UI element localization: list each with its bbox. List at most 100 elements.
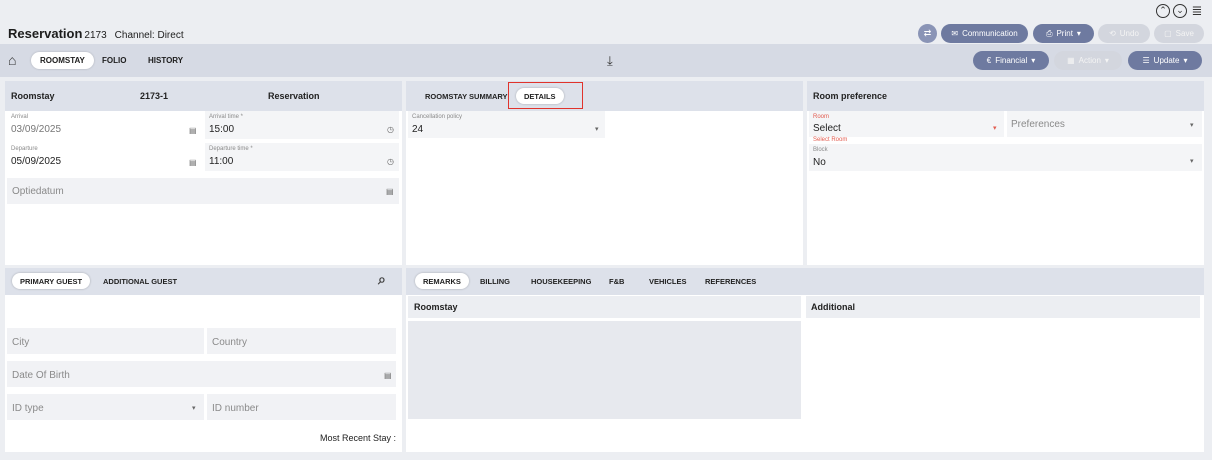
block-label: Block <box>813 147 828 153</box>
room-error: Select Room <box>813 137 848 143</box>
id-number-field[interactable]: ID number <box>207 394 396 420</box>
chevron-down-icon: ▾ <box>993 125 997 132</box>
dob-field[interactable]: Date Of Birth ▤ <box>7 361 396 387</box>
departure-time-field[interactable]: Departure time * 11:00 ◷ <box>205 143 399 171</box>
cancellation-label: Cancellation policy <box>412 114 463 120</box>
tab-billing[interactable]: BILLING <box>472 273 518 289</box>
departure-field[interactable]: Departure 05/09/2025 ▤ <box>7 143 202 171</box>
tab-primary-guest[interactable]: PRIMARY GUEST <box>12 273 91 289</box>
undo-button[interactable]: ⟲ Undo <box>1098 24 1150 43</box>
block-select[interactable]: Block No ▾ <box>809 144 1202 171</box>
tab-additional-guest[interactable]: ADDITIONAL GUEST <box>95 273 185 289</box>
block-value: No <box>813 157 826 168</box>
arrival-value: 03/09/2025 <box>11 124 62 135</box>
printer-icon: ⎙ <box>1046 28 1053 38</box>
reservation-number: 2173 <box>84 30 107 41</box>
room-select[interactable]: Room Select ▾ <box>809 111 1004 137</box>
chevron-up-circle-icon[interactable]: ⌃ <box>1156 4 1170 18</box>
tab-roomstay-summary[interactable]: ROOMSTAY SUMMARY <box>417 88 516 104</box>
room-label: Room <box>813 114 830 120</box>
calendar-icon: ▦ <box>1067 56 1075 65</box>
departure-value: 05/09/2025 <box>11 156 62 167</box>
guest-header: PRIMARY GUEST ADDITIONAL GUEST ⌕ <box>5 268 402 295</box>
tab-folio[interactable]: FOLIO <box>93 52 135 69</box>
page-title: Reservation 2173 Channel: Direct <box>8 26 184 41</box>
search-icon[interactable]: ⌕ <box>378 271 386 288</box>
tab-roomstay[interactable]: ROOMSTAY <box>31 52 94 69</box>
preferences-select[interactable]: Preferences ▾ <box>1007 111 1202 137</box>
details-panel: ROOMSTAY SUMMARY DETAILS Cancellation po… <box>406 81 803 265</box>
arrival-label: Arrival <box>11 114 29 120</box>
communication-button[interactable]: ✉ Communication <box>941 24 1028 43</box>
city-placeholder: City <box>12 337 30 348</box>
roomstay-remarks-header: Roomstay <box>408 296 801 318</box>
optiedatum-field[interactable]: Optiedatum ▤ <box>7 178 399 204</box>
tab-vehicles[interactable]: VEHICLES <box>641 273 695 289</box>
save-button[interactable]: ▢ Save <box>1154 24 1204 43</box>
id-type-select[interactable]: ID type ▾ <box>7 394 204 420</box>
calendar-icon[interactable]: ▤ <box>189 158 197 167</box>
chevron-down-circle-icon[interactable]: ⌄ <box>1173 4 1187 18</box>
additional-remarks-label: Additional <box>811 302 855 312</box>
channel-label: Channel: Direct <box>114 30 184 41</box>
top-icons: ⌃ ⌄ ≣ <box>1156 4 1204 18</box>
preferences-placeholder: Preferences <box>1011 119 1065 130</box>
room-value: Select <box>813 123 841 134</box>
guest-panel: PRIMARY GUEST ADDITIONAL GUEST ⌕ City Co… <box>5 268 402 452</box>
remarks-header: REMARKS BILLING HOUSEKEEPING F&B VEHICLE… <box>406 268 1204 295</box>
calendar-icon[interactable]: ▤ <box>384 371 392 380</box>
chevron-down-icon: ▾ <box>1104 56 1109 65</box>
roomstay-type: Reservation <box>268 91 320 101</box>
arrival-time-label: Arrival time * <box>209 114 244 120</box>
cancellation-policy-select[interactable]: Cancellation policy 24 ▾ <box>408 111 605 138</box>
arrival-time-field[interactable]: Arrival time * 15:00 ◷ <box>205 111 399 139</box>
clock-icon[interactable]: ◷ <box>387 157 394 166</box>
room-preference-title: Room preference <box>813 91 888 101</box>
tab-remarks[interactable]: REMARKS <box>415 273 469 289</box>
clock-icon[interactable]: ◷ <box>387 125 394 134</box>
action-label: Action <box>1078 56 1101 65</box>
list-icon: ☰ <box>1142 56 1150 65</box>
tab-housekeeping[interactable]: HOUSEKEEPING <box>523 273 599 289</box>
city-field[interactable]: City <box>7 328 204 354</box>
tab-references[interactable]: REFERENCES <box>697 273 764 289</box>
print-button[interactable]: ⎙ Print ▾ <box>1033 24 1094 43</box>
arrival-time-value: 15:00 <box>209 124 235 135</box>
download-icon[interactable]: ⤓ <box>607 53 613 69</box>
tab-fb[interactable]: F&B <box>601 273 632 289</box>
tab-history[interactable]: HISTORY <box>139 52 192 69</box>
chevron-down-icon: ▾ <box>595 126 599 133</box>
calendar-icon[interactable]: ▤ <box>386 187 394 196</box>
mail-icon: ✉ <box>951 29 959 38</box>
additional-remarks-header: Additional <box>806 296 1200 318</box>
share-icon: ⇄ <box>923 28 932 38</box>
share-button[interactable]: ⇄ <box>918 24 937 43</box>
undo-label: Undo <box>1119 29 1139 38</box>
save-icon: ▢ <box>1164 29 1172 38</box>
update-button[interactable]: ☰ Update ▾ <box>1128 51 1202 70</box>
undo-icon: ⟲ <box>1109 29 1116 38</box>
optiedatum-placeholder: Optiedatum <box>12 186 64 197</box>
save-label: Save <box>1175 29 1194 38</box>
room-preference-header: Room preference <box>807 81 1204 111</box>
room-preference-panel: Room preference Room Select ▾ Select Roo… <box>807 81 1204 265</box>
departure-label: Departure <box>11 146 38 152</box>
id-number-placeholder: ID number <box>212 403 259 414</box>
action-button[interactable]: ▦ Action ▾ <box>1054 51 1122 70</box>
dob-placeholder: Date Of Birth <box>12 370 70 381</box>
country-placeholder: Country <box>212 337 248 348</box>
financial-button[interactable]: € Financial ▾ <box>973 51 1049 70</box>
departure-time-value: 11:00 <box>209 156 234 167</box>
most-recent-stay-label: Most Recent Stay : <box>319 433 396 443</box>
chevron-down-icon: ▾ <box>192 405 196 412</box>
home-icon[interactable]: ⌂ <box>8 52 16 68</box>
country-field[interactable]: Country <box>207 328 396 354</box>
roomstay-remarks-textarea[interactable] <box>408 321 801 419</box>
details-header: ROOMSTAY SUMMARY DETAILS <box>406 81 803 111</box>
roomstay-remarks-label: Roomstay <box>414 302 458 312</box>
nav-bar: ⌂ ROOMSTAY FOLIO HISTORY ⤓ € Financial ▾ ▦… <box>0 44 1212 77</box>
title-text: Reservation <box>8 26 83 41</box>
calendar-icon[interactable]: ▤ <box>189 126 197 135</box>
arrival-field[interactable]: Arrival 03/09/2025 ▤ <box>7 111 202 139</box>
list-icon[interactable]: ≣ <box>1190 4 1204 18</box>
